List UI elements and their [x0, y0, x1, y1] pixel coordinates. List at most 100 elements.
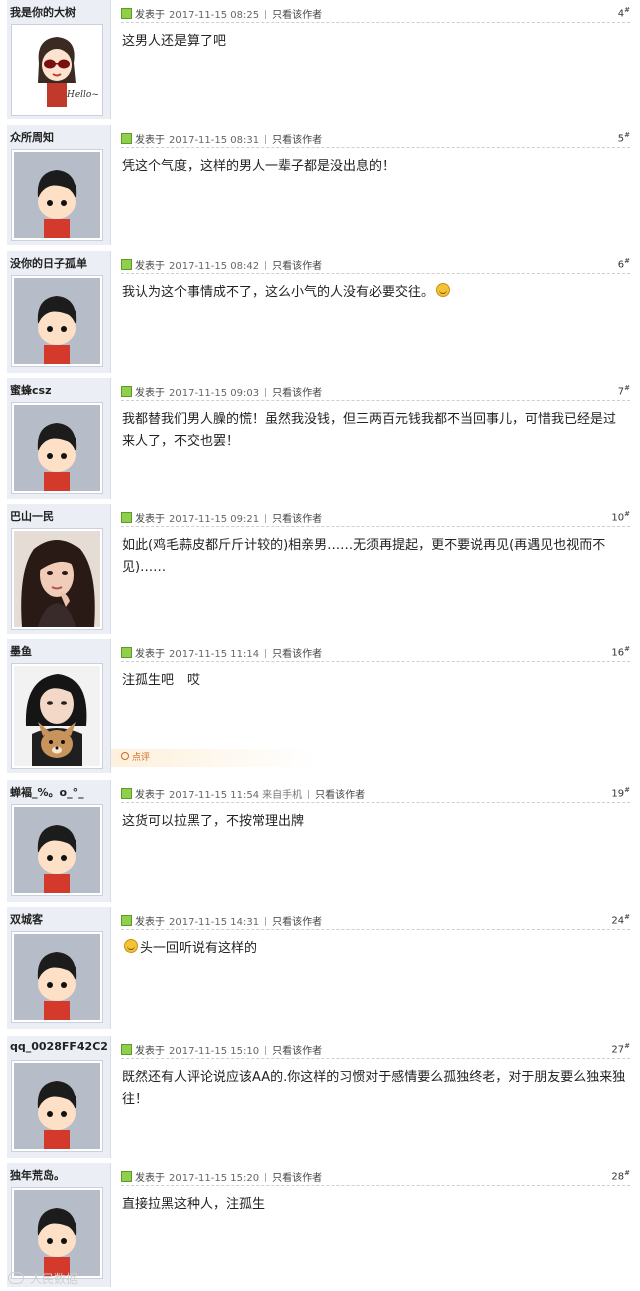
- floor-number[interactable]: 7#: [618, 384, 630, 397]
- post: 墨鱼 发表于 2017-11-15 11:14 只看该作者 16# 注孤生吧 哎…: [0, 639, 640, 777]
- avatar[interactable]: [11, 931, 103, 1023]
- post-status-icon: [121, 133, 132, 144]
- post-time: 2017-11-15 08:42: [169, 261, 260, 272]
- floor-number[interactable]: 10#: [611, 510, 630, 523]
- post-meta: 发表于 2017-11-15 09:03 只看该作者 7#: [121, 384, 630, 401]
- post-status-icon: [121, 512, 132, 523]
- post-status-icon: [121, 8, 132, 19]
- post-meta: 发表于 2017-11-15 08:31 只看该作者 5#: [121, 131, 630, 148]
- avatar[interactable]: [11, 402, 103, 494]
- post-meta: 发表于 2017-11-15 08:42 只看该作者 6#: [121, 257, 630, 274]
- floor-number[interactable]: 5#: [618, 131, 630, 144]
- only-author-link[interactable]: 只看该作者: [272, 649, 322, 660]
- girl-with-dog-photo-avatar: [14, 666, 100, 766]
- username[interactable]: 巴山一民: [10, 508, 110, 524]
- only-author-link[interactable]: 只看该作者: [272, 10, 322, 21]
- user-panel: 独年荒岛。: [7, 1163, 111, 1287]
- post-time: 2017-11-15 11:54: [169, 790, 260, 801]
- user-panel: qq_0028FF42C2: [7, 1036, 111, 1158]
- avatar[interactable]: [11, 528, 103, 630]
- post-time: 2017-11-15 14:31: [169, 917, 260, 928]
- post-status-icon: [121, 647, 132, 658]
- post: 众所周知 发表于 2017-11-15 08:31 只看该作者 5# 凭这个气度，这…: [0, 125, 640, 249]
- comment-button[interactable]: 点评: [111, 749, 315, 767]
- default-cartoon-avatar: [14, 807, 100, 893]
- username[interactable]: 没你的日子孤单: [10, 255, 110, 271]
- avatar[interactable]: [11, 804, 103, 896]
- post: qq_0028FF42C2 发表于 2017-11-15 15:10 只看该作者 2…: [0, 1036, 640, 1162]
- post: 双城客 发表于 2017-11-15 14:31 只看该作者 24# 头一回听说有这…: [0, 907, 640, 1033]
- post-meta: 发表于 2017-11-15 08:25 只看该作者 4#: [121, 6, 630, 23]
- post-status-icon: [121, 386, 132, 397]
- user-panel: 巴山一民: [7, 504, 111, 634]
- avatar[interactable]: [11, 1060, 103, 1152]
- post-time: 2017-11-15 08:25: [169, 10, 260, 21]
- thread: 我是你的大树 Hello~ 发表于 2017-11-15 08:25 只看该作者 4…: [0, 0, 640, 1291]
- user-panel: 我是你的大树 Hello~: [7, 0, 111, 119]
- floor-number[interactable]: 27#: [611, 1042, 630, 1055]
- post-meta: 发表于 2017-11-15 11:14 只看该作者 16#: [121, 645, 630, 662]
- post-meta: 发表于 2017-11-15 15:10 只看该作者 27#: [121, 1042, 630, 1059]
- default-cartoon-avatar: [14, 278, 100, 364]
- post-meta: 发表于 2017-11-15 15:20 只看该作者 28#: [121, 1169, 630, 1186]
- grin-emoji-icon: [436, 283, 451, 297]
- only-author-link[interactable]: 只看该作者: [272, 514, 322, 525]
- username[interactable]: 双城客: [10, 911, 110, 927]
- post-content: 既然还有人评论说应该AA的.你这样的习惯对于感情要么孤独终老，对于朋友要么独来独…: [122, 1070, 626, 1107]
- svg-text:Hello~: Hello~: [66, 90, 99, 100]
- floor-number[interactable]: 6#: [618, 257, 630, 270]
- username[interactable]: 蝉褔_%。o_°_: [10, 784, 110, 800]
- default-cartoon-avatar: [14, 152, 100, 238]
- username[interactable]: 墨鱼: [10, 643, 110, 659]
- default-cartoon-avatar: [14, 934, 100, 1020]
- post: 独年荒岛。 发表于 2017-11-15 15:20 只看该作者 28# 直接拉黑这…: [0, 1163, 640, 1291]
- post-content: 头一回听说有这样的: [122, 938, 626, 960]
- post-time: 2017-11-15 09:21: [169, 514, 260, 525]
- post-time: 2017-11-15 08:31: [169, 135, 260, 146]
- only-author-link[interactable]: 只看该作者: [272, 917, 322, 928]
- avatar[interactable]: [11, 1187, 103, 1279]
- post-status-icon: [121, 1044, 132, 1055]
- only-author-link[interactable]: 只看该作者: [315, 790, 365, 801]
- post-meta: 发表于 2017-11-15 14:31 只看该作者 24#: [121, 913, 630, 930]
- post-content: 凭这个气度，这样的男人一辈子都是没出息的！: [122, 159, 396, 174]
- post-content: 如此(鸡毛蒜皮都斤斤计较的)相亲男……无须再提起，更不要说再见(再遇见也视而不见…: [122, 538, 606, 575]
- avatar[interactable]: Hello~: [11, 24, 103, 116]
- floor-number[interactable]: 4#: [618, 6, 630, 19]
- hello-girl-avatar: Hello~: [14, 27, 100, 113]
- floor-number[interactable]: 24#: [611, 913, 630, 926]
- only-author-link[interactable]: 只看该作者: [272, 1173, 322, 1184]
- floor-number[interactable]: 19#: [611, 786, 630, 799]
- post-status-icon: [121, 259, 132, 270]
- only-author-link[interactable]: 只看该作者: [272, 1046, 322, 1057]
- post-content: 这货可以拉黑了，不按常理出牌: [122, 814, 305, 829]
- floor-number[interactable]: 16#: [611, 645, 630, 658]
- wechat-logo-icon: [8, 1272, 24, 1284]
- only-author-link[interactable]: 只看该作者: [272, 135, 322, 146]
- only-author-link[interactable]: 只看该作者: [272, 261, 322, 272]
- username[interactable]: 蜜蜂csz: [10, 382, 110, 398]
- post-content: 我都替我们男人臊的慌！虽然我没钱，但三两百元钱我都不当回事儿，可惜我已经是过来人…: [122, 412, 617, 449]
- watermark: 人民数据: [8, 1270, 78, 1287]
- floor-number[interactable]: 28#: [611, 1169, 630, 1182]
- post-time: 2017-11-15 11:14: [169, 649, 260, 660]
- avatar[interactable]: [11, 663, 103, 769]
- username[interactable]: 我是你的大树: [10, 4, 110, 20]
- username[interactable]: qq_0028FF42C2: [10, 1040, 110, 1053]
- post-status-icon: [121, 1171, 132, 1182]
- post-time: 2017-11-15 15:10: [169, 1046, 260, 1057]
- username[interactable]: 众所周知: [10, 129, 110, 145]
- avatar[interactable]: [11, 149, 103, 241]
- username[interactable]: 独年荒岛。: [10, 1167, 110, 1183]
- avatar[interactable]: [11, 275, 103, 367]
- grin-emoji-icon: [124, 939, 138, 953]
- post: 我是你的大树 Hello~ 发表于 2017-11-15 08:25 只看该作者 4…: [0, 0, 640, 123]
- user-panel: 众所周知: [7, 125, 111, 245]
- post: 蝉褔_%。o_°_ 发表于 2017-11-15 11:54 来自手机 只看该作者 1…: [0, 780, 640, 906]
- post-status-icon: [121, 788, 132, 799]
- user-panel: 没你的日子孤单: [7, 251, 111, 373]
- post-content: 我认为这个事情成不了，这么小气的人没有必要交往。: [122, 282, 626, 304]
- post-time: 2017-11-15 15:20: [169, 1173, 260, 1184]
- post: 没你的日子孤单 发表于 2017-11-15 08:42 只看该作者 6# 我认为这…: [0, 251, 640, 377]
- only-author-link[interactable]: 只看该作者: [272, 388, 322, 399]
